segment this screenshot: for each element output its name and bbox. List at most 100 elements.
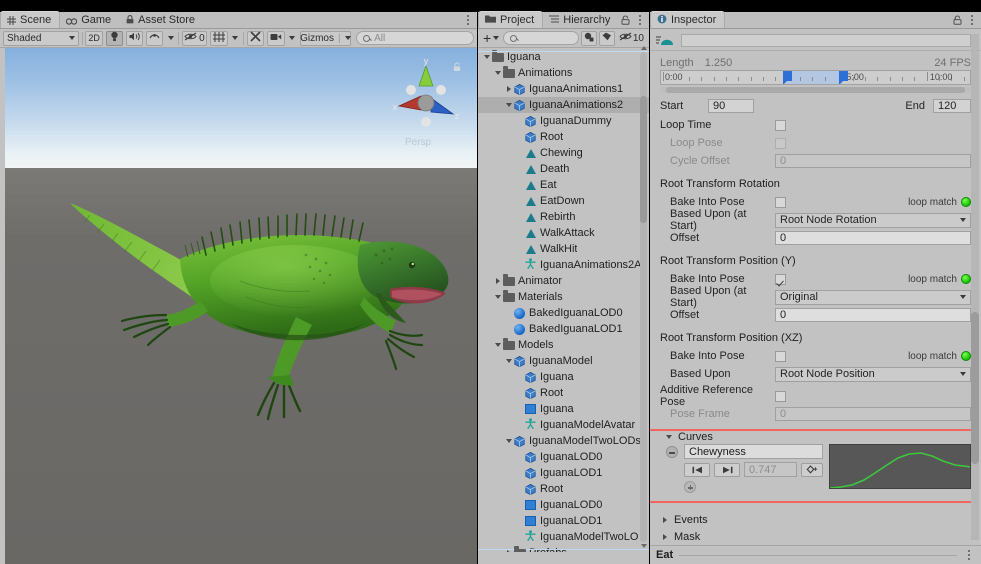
root-rotation-offset-label: Offset [660, 232, 775, 244]
toggle-2d-button[interactable]: 2D [85, 31, 103, 46]
tools-icon [250, 31, 261, 45]
loop-section: Loop Time Loop Pose Cycle Offset 0 [650, 116, 981, 170]
scene-panel-menu-button[interactable] [462, 11, 474, 28]
chevron-right-icon[interactable] [504, 550, 513, 552]
audio-toggle-button[interactable] [126, 31, 143, 46]
pose-frame-field: 0 [775, 407, 971, 421]
tab-project[interactable]: Project [478, 11, 543, 28]
tab-hierarchy[interactable]: Hierarchy [543, 11, 619, 28]
iguana-3d-model[interactable] [60, 193, 465, 423]
tab-game[interactable]: Game [60, 11, 120, 28]
curve-preview-graph[interactable] [829, 444, 971, 489]
curves-foldout[interactable]: Curves [660, 429, 971, 444]
filter-type-button[interactable] [581, 31, 597, 46]
fx-toggle-button[interactable] [146, 31, 163, 46]
clip-name-field[interactable] [681, 34, 971, 47]
grid-snap-button[interactable] [210, 31, 228, 46]
gizmo-projection-label[interactable]: Persp [405, 137, 431, 148]
tab-asset-store[interactable]: Asset Store [120, 11, 204, 28]
root-position-y-basedupon-dropdown[interactable]: Original [775, 290, 971, 305]
project-scrollbar-thumb[interactable] [640, 96, 647, 223]
project-tree-item[interactable]: IguanaLOD1 [478, 513, 649, 529]
project-scroll-up-button[interactable] [640, 44, 647, 52]
chevron-down-icon [289, 36, 295, 40]
project-scrollbar[interactable] [640, 52, 647, 542]
timeline-ruler[interactable]: 0:00 5:00 10:00 [660, 70, 971, 85]
length-value: 1.250 [705, 57, 733, 69]
hidden-objects-button[interactable]: 0 [182, 31, 207, 46]
tab-hierarchy-label: Hierarchy [563, 14, 610, 26]
fx-icon [149, 32, 160, 44]
shading-mode-dropdown[interactable]: Shaded [3, 31, 79, 46]
create-asset-button[interactable]: + [481, 31, 501, 46]
additive-checkbox[interactable] [775, 391, 786, 402]
root-position-xz-basedupon-value: Root Node Position [780, 368, 875, 380]
timeline-start-marker[interactable] [783, 71, 792, 81]
root-position-xz-basedupon-label: Based Upon [660, 368, 775, 380]
grid-snap-dropdown[interactable] [231, 31, 240, 46]
next-key-icon[interactable] [714, 463, 740, 477]
timeline-end-marker[interactable] [839, 71, 848, 81]
foldout-mask[interactable]: Mask [650, 528, 981, 545]
curve-name-field[interactable]: Chewyness [684, 444, 823, 459]
add-keyframe-icon[interactable] [801, 463, 823, 477]
chevron-down-icon [960, 372, 966, 376]
pose-frame-row: Pose Frame 0 [660, 405, 971, 423]
scene-viewport[interactable]: y x z Persp [5, 48, 477, 564]
project-panel-menu-button[interactable] [634, 11, 646, 28]
folder-icon [485, 14, 496, 26]
project-asset-tree[interactable]: IguanaAnimationsIguanaAnimations1IguanaA… [478, 49, 649, 552]
project-search-input[interactable] [503, 31, 579, 45]
padlock-icon[interactable] [621, 15, 630, 28]
fx-dropdown[interactable] [166, 31, 175, 46]
padlock-icon[interactable] [453, 62, 461, 75]
scene-view-gizmo[interactable]: y x z Persp [387, 56, 465, 152]
loop-match-indicator-icon [961, 351, 971, 361]
lightbulb-icon [110, 31, 119, 45]
folder-icon [514, 549, 526, 553]
chevron-down-icon [69, 36, 75, 40]
inspector-panel-menu-button[interactable] [966, 11, 978, 28]
tab-scene[interactable]: Scene [0, 11, 60, 28]
tab-inspector[interactable]: Inspector [650, 11, 725, 28]
inspector-scrollbar-thumb[interactable] [971, 312, 979, 464]
prev-key-icon[interactable] [684, 463, 710, 477]
timeline-horizontal-scrollbar[interactable] [660, 87, 971, 93]
scene-search-input[interactable]: All [356, 31, 474, 45]
end-value-field[interactable]: 120 [933, 99, 971, 113]
root-rotation-bake-checkbox[interactable] [775, 197, 786, 208]
root-rotation-header: Root Transform Rotation [660, 174, 971, 193]
lighting-toggle-button[interactable] [106, 31, 123, 46]
clip-length-row: Length 1.250 24 FPS [660, 55, 971, 70]
additive-label: Additive Reference Pose [660, 384, 775, 408]
scene-tabbar: Scene Game Asset Store [0, 12, 477, 29]
curve-value-field[interactable]: 0.747 [744, 462, 797, 477]
root-position-xz-bake-checkbox[interactable] [775, 351, 786, 362]
scene-toolbar: Shaded 2D [0, 29, 477, 48]
minus-circle-icon[interactable] [666, 446, 678, 458]
root-rotation-bake-label: Bake Into Pose [660, 196, 775, 208]
root-position-xz-basedupon-dropdown[interactable]: Root Node Position [775, 367, 971, 382]
start-value-field[interactable]: 90 [708, 99, 754, 113]
timeline-selected-range[interactable] [786, 71, 843, 84]
inspector-body: Length 1.250 24 FPS [650, 29, 981, 545]
filter-label-button[interactable] [599, 31, 615, 46]
loop-time-checkbox[interactable] [775, 120, 786, 131]
scene-camera-button[interactable] [267, 31, 285, 46]
foldout-events[interactable]: Events [650, 511, 981, 528]
plus-circle-icon[interactable] [684, 481, 696, 493]
root-position-y-bake-checkbox[interactable] [775, 274, 786, 285]
padlock-icon[interactable] [953, 15, 962, 28]
scene-camera-dropdown[interactable] [288, 31, 297, 46]
inspector-scrollbar[interactable] [971, 34, 979, 540]
chevron-down-icon [664, 435, 673, 439]
root-rotation-basedupon-dropdown[interactable]: Root Node Rotation [775, 213, 971, 228]
root-rotation-offset-field[interactable]: 0 [775, 231, 971, 245]
root-transform-rotation-section: Root Transform Rotation Bake Into Pose l… [650, 174, 981, 247]
kebab-menu-icon[interactable] [963, 547, 975, 564]
scene-tools-button[interactable] [247, 31, 264, 46]
gizmos-dropdown[interactable]: Gizmos | [300, 31, 352, 46]
search-icon [510, 35, 517, 42]
root-position-y-offset-field[interactable]: 0 [775, 308, 971, 322]
project-scroll-down-button[interactable] [640, 542, 647, 550]
